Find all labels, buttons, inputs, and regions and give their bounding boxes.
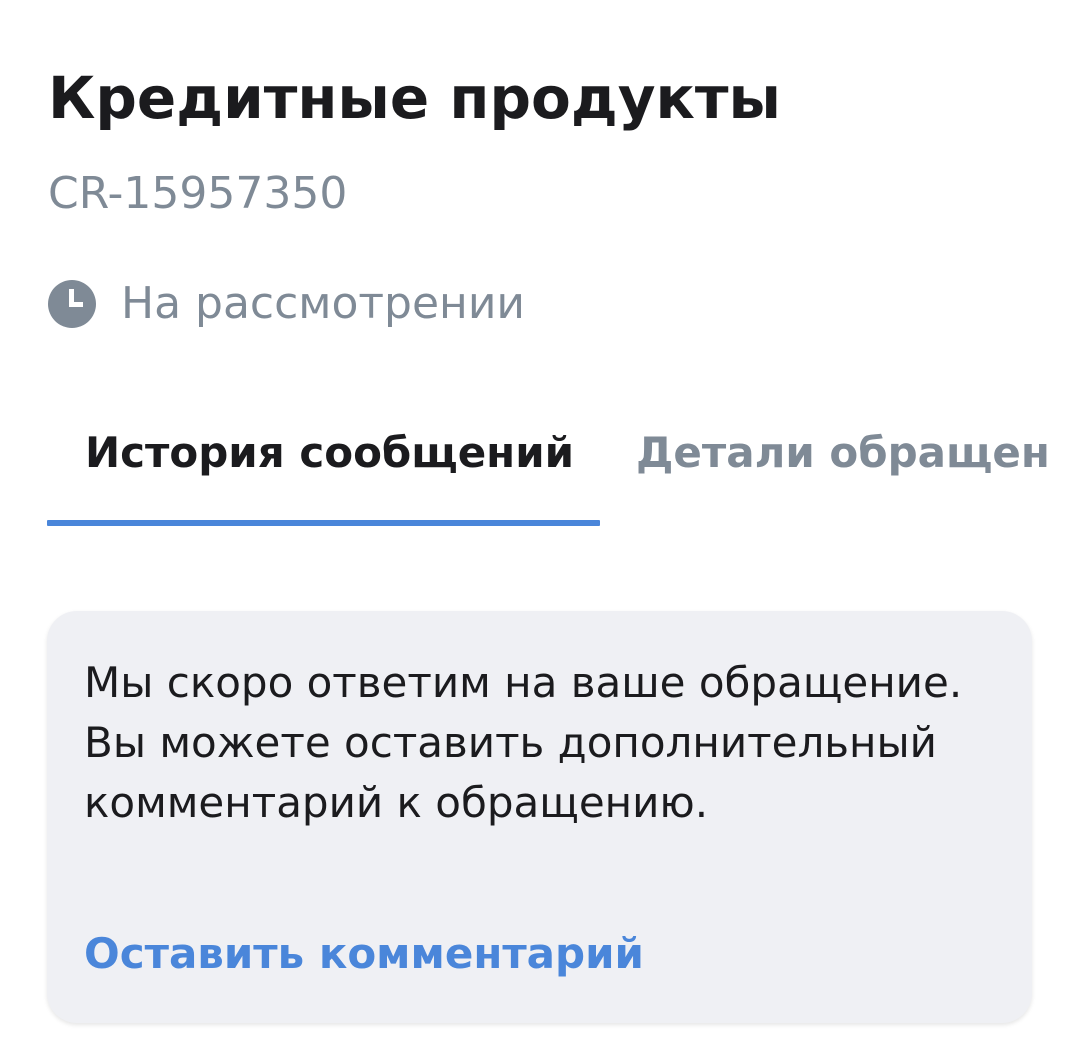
request-id: CR-15957350: [48, 168, 348, 219]
tab-message-history[interactable]: История сообщений: [85, 428, 574, 477]
active-tab-indicator: [47, 520, 600, 526]
tab-request-details[interactable]: Детали обращен: [636, 428, 1050, 477]
clock-icon: [47, 279, 97, 329]
tab-bar: История сообщений Детали обращен: [0, 410, 1078, 530]
message-card: Мы скоро ответим на ваше обращение. Вы м…: [47, 611, 1032, 1023]
page-title: Кредитные продукты: [48, 64, 781, 132]
message-text: Мы скоро ответим на ваше обращение. Вы м…: [84, 658, 963, 827]
status-label: На рассмотрении: [121, 278, 526, 329]
leave-comment-link[interactable]: Оставить комментарий: [84, 929, 644, 978]
status-indicator: На рассмотрении: [47, 278, 525, 329]
